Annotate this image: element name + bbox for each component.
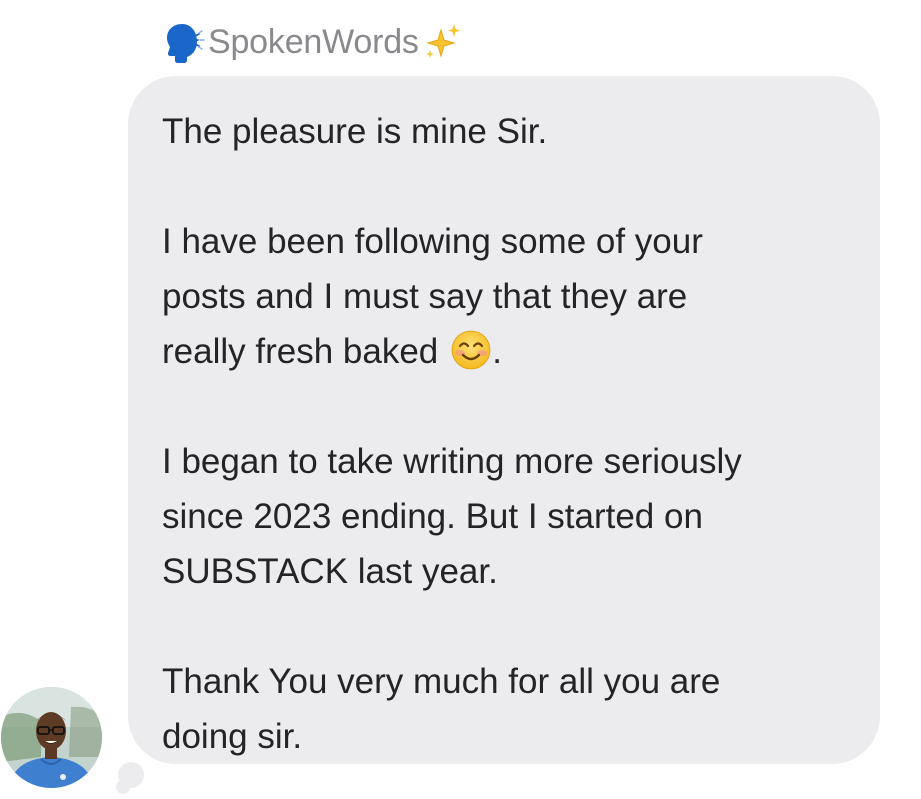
sender-name-row[interactable]: SpokenWords bbox=[162, 20, 463, 64]
bubble-tail-small bbox=[116, 780, 130, 794]
message-paragraph-2: I have been following some of your posts… bbox=[162, 214, 862, 379]
sparkles-icon bbox=[425, 24, 460, 58]
message-paragraph-1: The pleasure is mine Sir. bbox=[162, 112, 548, 151]
message-paragraph-2-tail: . bbox=[492, 332, 502, 371]
smiling-face-icon bbox=[451, 330, 491, 370]
chat-screen: SpokenWords The pleasure is mine Sir. I … bbox=[0, 0, 921, 799]
speaking-head-icon bbox=[167, 24, 205, 63]
avatar-photo bbox=[1, 687, 102, 788]
message-paragraph-4: Thank You very much for all you are doin… bbox=[162, 662, 721, 756]
sender-avatar[interactable] bbox=[1, 687, 102, 788]
sender-name: SpokenWords bbox=[208, 22, 419, 61]
message-paragraph-3: I began to take writing more seriously s… bbox=[162, 442, 742, 591]
message-paragraph-2-text: I have been following some of your posts… bbox=[162, 222, 703, 371]
